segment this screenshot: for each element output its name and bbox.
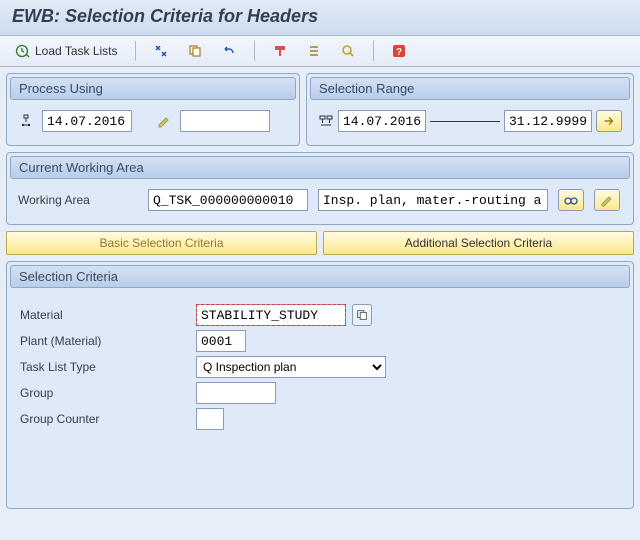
list-icon [306,43,322,59]
page-title: EWB: Selection Criteria for Headers [12,6,628,27]
selection-criteria-panel: Selection Criteria Material Plant (Mater… [6,261,634,509]
working-area-desc [318,189,548,211]
pencil-icon [599,192,615,208]
tools-button[interactable] [146,40,176,62]
pencil-icon [156,113,172,129]
glasses-icon [563,192,579,208]
copy-icon [187,43,203,59]
toolbar-separator [373,41,374,61]
range-from-input[interactable] [338,110,426,132]
process-using-header: Process Using [10,77,296,100]
material-label: Material [20,308,190,322]
material-valuehelp-button[interactable] [352,304,372,326]
undo-icon [221,43,237,59]
criteria-tabs: Basic Selection Criteria Additional Sele… [6,231,634,255]
range-to-input[interactable] [504,110,592,132]
working-area-panel: Current Working Area Working Area [6,152,634,225]
change-number-input[interactable] [180,110,270,132]
svg-text:?: ? [395,47,401,58]
working-area-id[interactable] [148,189,308,211]
search-button[interactable] [333,40,363,62]
load-task-lists-button[interactable]: Load Task Lists [8,40,125,62]
multi-select-icon [354,307,370,323]
key-date-icon [18,113,34,129]
load-task-lists-label: Load Task Lists [35,44,118,58]
groupcounter-input[interactable] [196,408,224,430]
tab-additional[interactable]: Additional Selection Criteria [323,231,634,255]
action1-button[interactable] [265,40,295,62]
selection-range-panel: Selection Range [306,73,634,146]
marker-icon [272,43,288,59]
group-label: Group [20,386,190,400]
search-icon [340,43,356,59]
copy-button[interactable] [180,40,210,62]
working-area-header: Current Working Area [10,156,630,179]
tab-basic[interactable]: Basic Selection Criteria [6,231,317,255]
selection-range-header: Selection Range [310,77,630,100]
clock-execute-icon [15,43,31,59]
help-icon: ? [391,43,407,59]
arrow-right-icon [601,113,617,129]
action2-button[interactable] [299,40,329,62]
process-using-panel: Process Using [6,73,300,146]
toolbar: Load Task Lists ? [0,36,640,67]
key-date-input[interactable] [42,110,132,132]
tasklisttype-label: Task List Type [20,360,190,374]
plant-label: Plant (Material) [20,334,190,348]
toolbar-separator [135,41,136,61]
help-button[interactable]: ? [384,40,414,62]
multiple-selection-button[interactable] [596,110,622,132]
plant-input[interactable] [196,330,246,352]
group-input[interactable] [196,382,276,404]
range-line [430,121,500,122]
toolbar-separator [254,41,255,61]
titlebar: EWB: Selection Criteria for Headers [0,0,640,36]
groupcounter-label: Group Counter [20,412,190,426]
display-button[interactable] [558,189,584,211]
working-area-label: Working Area [18,193,138,207]
undo-button[interactable] [214,40,244,62]
range-icon [318,113,334,129]
content: Process Using Selection Range [0,67,640,515]
material-input[interactable] [196,304,346,326]
edit-button[interactable] [594,189,620,211]
tools-icon [153,43,169,59]
selection-criteria-header: Selection Criteria [10,265,630,288]
tasklisttype-select[interactable]: Q Inspection plan [196,356,386,378]
